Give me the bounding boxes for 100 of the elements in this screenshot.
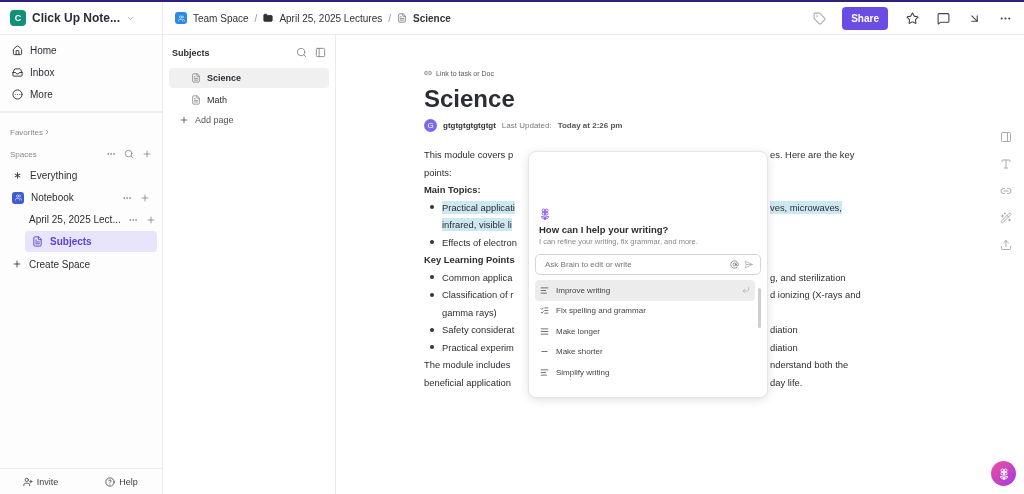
tag-icon[interactable] [813, 11, 827, 25]
panel-title: Subjects [172, 47, 210, 58]
wand-icon[interactable] [1000, 212, 1012, 224]
breadcrumb-item[interactable]: Team Space [193, 12, 249, 24]
menu-item[interactable]: Fix spelling and grammar [535, 300, 755, 321]
tree-item[interactable]: Everything [5, 165, 157, 186]
menu-item[interactable]: Simplify writing [535, 362, 755, 383]
panel-icon[interactable] [315, 47, 326, 58]
search-icon[interactable] [124, 149, 134, 159]
document-text: infrared, visible li [442, 218, 512, 232]
add-icon[interactable] [145, 214, 156, 225]
document-icon [191, 73, 201, 83]
add-icon [179, 115, 189, 125]
menu-item[interactable]: Make longer [535, 321, 755, 342]
document-text: Key Learning Points [424, 253, 515, 267]
nav-item[interactable]: More [0, 83, 162, 105]
tree-item[interactable]: Subjects [25, 231, 157, 252]
document-text: day life. [770, 375, 803, 389]
flower-button[interactable] [991, 461, 1016, 486]
share-button[interactable]: Share [842, 6, 888, 30]
document-text: Practical experim [442, 340, 514, 354]
help-button[interactable]: Help [81, 475, 162, 488]
add-icon [12, 259, 22, 269]
flower-icon [997, 467, 1010, 480]
document-text: points: [424, 165, 452, 179]
updated-label: Last Updated: [501, 121, 552, 130]
user-plus-icon [22, 476, 33, 487]
document-text: This module covers p [424, 148, 514, 162]
page-item[interactable]: Math [169, 90, 329, 110]
document-text: Main Topics: [424, 183, 481, 197]
author-avatar: G [424, 119, 437, 132]
add-icon[interactable] [142, 149, 152, 159]
lines-icon [540, 367, 549, 377]
document-text: Common applica [442, 270, 513, 284]
breadcrumb-separator: / [254, 12, 258, 24]
comment-icon[interactable] [937, 11, 950, 25]
lines-icon [540, 285, 549, 295]
home-icon [12, 44, 23, 56]
ask-brain-field[interactable]: Ask Brain to edit or write [535, 254, 761, 275]
invite-button[interactable]: Invite [0, 475, 81, 488]
help-icon [105, 476, 116, 487]
add-icon[interactable] [140, 192, 150, 203]
document-text: gamma rays) [442, 305, 497, 319]
document-text: nderstand both the [770, 358, 849, 372]
enter-icon [742, 286, 750, 295]
breadcrumb-item[interactable]: April 25, 2025 Lectures [279, 12, 383, 24]
popup-title: How can I help your writing? [539, 224, 670, 235]
document-text: d ionizing (X-rays and [770, 288, 861, 302]
space-icon [175, 12, 187, 24]
panel-icon[interactable] [1000, 131, 1012, 143]
bullet-icon [430, 205, 434, 210]
space-icon [12, 191, 24, 204]
upload-icon[interactable] [1000, 239, 1012, 251]
create-space-button[interactable]: Create Space [0, 253, 162, 275]
breadcrumb-separator: / [388, 12, 391, 24]
nav-item[interactable]: Home [0, 39, 162, 61]
lines-icon [540, 326, 549, 336]
add-page-button[interactable]: Add page [169, 112, 329, 128]
menu-item[interactable]: Improve writing [535, 280, 755, 301]
tree-item[interactable]: Notebook [5, 187, 157, 208]
search-icon[interactable] [296, 47, 307, 58]
document-icon [32, 236, 43, 247]
document-text: diation [770, 340, 798, 354]
favorites-label[interactable]: Favorites [10, 127, 43, 137]
document-text: diation [770, 323, 798, 337]
inbox-icon [12, 66, 23, 78]
link-icon[interactable] [1000, 185, 1012, 197]
asterisk-icon [12, 170, 23, 181]
spaces-label: Spaces [10, 149, 37, 159]
document-icon [397, 13, 407, 23]
document-text: Safety considerat [442, 323, 515, 337]
tree-item[interactable]: April 25, 2025 Lect... [15, 209, 157, 230]
document-text: Practical applicati [442, 200, 515, 214]
document-text: Effects of electron [442, 235, 517, 249]
workspace-name: Click Up Note... [32, 11, 120, 25]
document-title: Science [424, 85, 516, 113]
star-icon[interactable] [906, 11, 919, 25]
menu-item[interactable]: Make shorter [535, 341, 755, 362]
breadcrumb-item[interactable]: Science [413, 12, 451, 24]
lines-icon [540, 306, 549, 316]
mention-icon[interactable] [730, 260, 739, 269]
more-icon [12, 88, 23, 100]
page-item[interactable]: Science [169, 68, 329, 88]
bullet-icon [430, 327, 434, 332]
bullet-icon [430, 275, 434, 280]
nav-label: Home [30, 44, 57, 56]
document-text: ves, microwaves, [770, 200, 842, 214]
folder-icon [263, 13, 274, 23]
nav-label: Inbox [30, 66, 55, 78]
brain-logo-icon [539, 208, 551, 220]
font-icon[interactable] [1000, 158, 1012, 170]
nav-item[interactable]: Inbox [0, 61, 162, 83]
bullet-icon [430, 292, 434, 297]
document-text: The module includes [424, 358, 511, 372]
document-text: es. Here are the key [770, 148, 855, 162]
send-icon[interactable] [744, 260, 753, 269]
author-name: gtgtgtgtgtgtgt [443, 121, 496, 130]
updated-time: Today at 2:26 pm [557, 121, 623, 130]
document-text: g, and sterilization [770, 270, 846, 284]
bullet-icon [430, 345, 434, 350]
